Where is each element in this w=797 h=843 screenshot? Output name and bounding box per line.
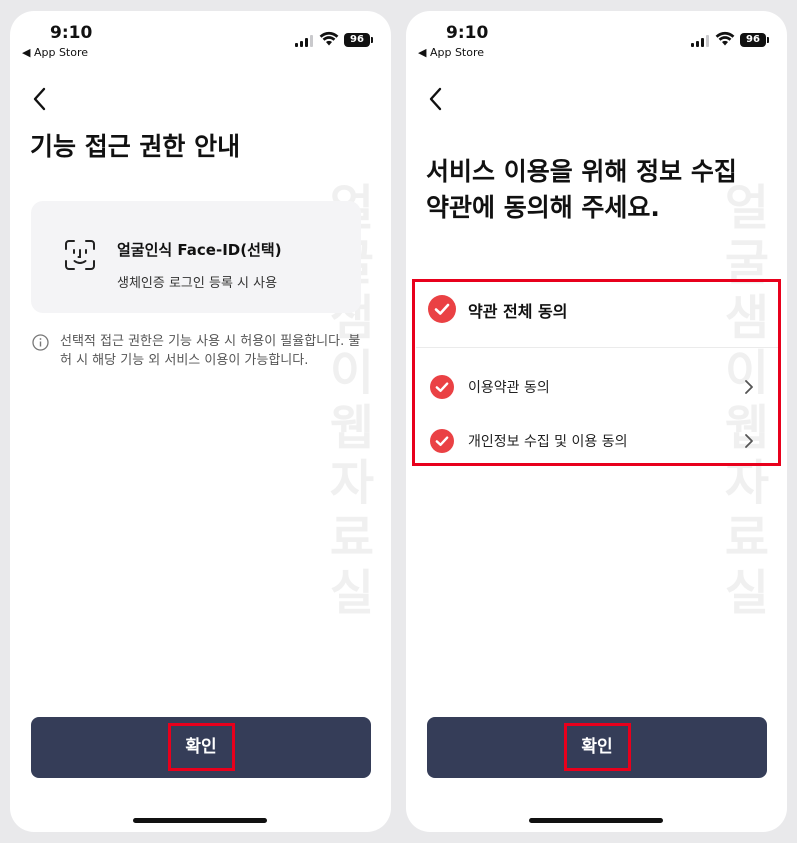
back-chevron-icon[interactable]: [30, 86, 50, 112]
terms-agreement-list: 약관 전체 동의 이용약관 동의 개인정보 수집 및 이용 동의: [416, 281, 778, 465]
chevron-right-icon[interactable]: [744, 433, 754, 449]
page-title: 기능 접근 권한 안내: [30, 132, 241, 161]
agree-all-row[interactable]: 약관 전체 동의: [416, 281, 778, 337]
wifi-icon: [319, 31, 339, 46]
page-title: 서비스 이용을 위해 정보 수집 약관에 동의해 주세요.: [426, 154, 737, 226]
chevron-right-icon[interactable]: [744, 379, 754, 395]
phone-screen-permissions: 9:10 ◀ App Store 96 기능 접근 권한 안내 얼굴샘이웹자료실: [10, 11, 391, 832]
status-time: 9:10: [50, 23, 93, 43]
permission-note-text: 선택적 접근 권한은 기능 사용 시 허용이 필율합니다. 불허 시 해당 기능…: [60, 334, 361, 368]
permission-card-face-id: 얼굴인식 Face-ID(선택) 생체인증 로그인 등록 시 사용: [31, 201, 361, 313]
wifi-icon: [715, 31, 735, 46]
battery-indicator: 96: [740, 33, 769, 47]
page-title-line-2: 약관에 동의해 주세요.: [426, 193, 660, 222]
confirm-button[interactable]: 확인: [31, 717, 371, 778]
term-label: 개인정보 수집 및 이용 동의: [468, 434, 628, 450]
agree-all-label: 약관 전체 동의: [468, 302, 568, 321]
cellular-signal-icon: [295, 35, 314, 47]
check-circle-icon[interactable]: [430, 375, 454, 399]
divider: [416, 347, 778, 348]
back-to-app-store-link[interactable]: ◀ App Store: [22, 46, 88, 59]
confirm-button[interactable]: 확인: [427, 717, 767, 778]
check-circle-icon[interactable]: [430, 429, 454, 453]
term-label: 이용약관 동의: [468, 380, 550, 396]
back-to-app-store-link[interactable]: ◀ App Store: [418, 46, 484, 59]
page-title-line-1: 서비스 이용을 위해 정보 수집: [426, 157, 737, 186]
term-row-privacy-collection[interactable]: 개인정보 수집 및 이용 동의: [416, 419, 778, 463]
term-row-terms-of-use[interactable]: 이용약관 동의: [416, 365, 778, 409]
permission-description: 생체인증 로그인 등록 시 사용: [117, 276, 278, 291]
status-time: 9:10: [446, 23, 489, 43]
home-indicator[interactable]: [529, 818, 663, 823]
status-bar: 9:10 ◀ App Store 96: [10, 11, 391, 71]
phone-screen-terms-agreement: 9:10 ◀ App Store 96 서비스 이용을 위해 정보 수집 약관에…: [406, 11, 787, 832]
face-id-icon: [65, 240, 95, 270]
permission-title: 얼굴인식 Face-ID(선택): [117, 241, 282, 259]
cellular-signal-icon: [691, 35, 710, 47]
home-indicator[interactable]: [133, 818, 267, 823]
back-chevron-icon[interactable]: [426, 86, 446, 112]
check-circle-icon[interactable]: [428, 295, 456, 323]
status-bar: 9:10 ◀ App Store 96: [406, 11, 787, 71]
info-icon: [32, 334, 49, 351]
battery-indicator: 96: [344, 33, 373, 47]
